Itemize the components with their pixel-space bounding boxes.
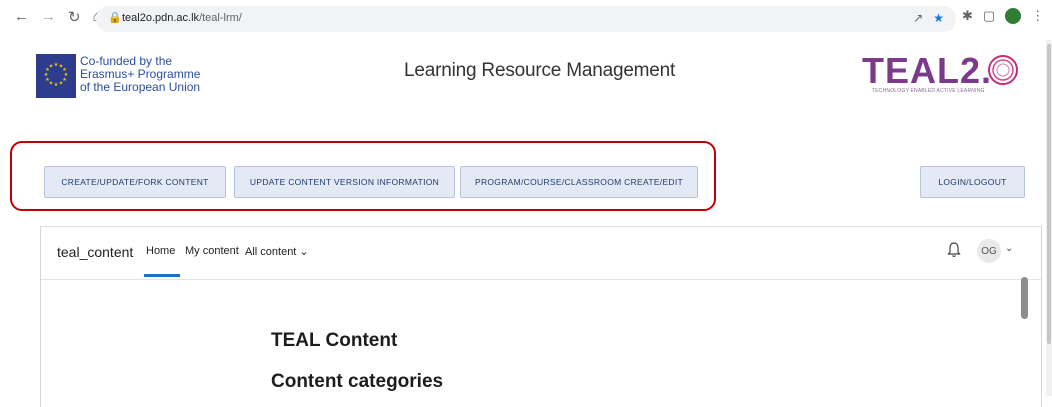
logo-tagline: TECHNOLOGY ENABLED ACTIVE LEARNING [872, 88, 985, 94]
notification-bell-icon[interactable] [947, 241, 961, 259]
nav-my-content[interactable]: My content [185, 245, 239, 257]
svg-text:★: ★ [54, 82, 59, 88]
extensions-icon[interactable]: ✱ [962, 8, 973, 24]
forward-icon[interactable]: → [41, 8, 56, 26]
reload-icon[interactable]: ↻ [68, 8, 81, 26]
active-tab-indicator [144, 274, 180, 277]
update-content-version-button[interactable]: UPDATE CONTENT VERSION INFORMATION [234, 166, 455, 198]
categories-heading: Content categories [271, 371, 444, 392]
menu-kebab-icon[interactable]: ⋮ [1031, 8, 1044, 24]
nav-home[interactable]: Home [146, 245, 175, 257]
profile-avatar[interactable] [1005, 8, 1022, 24]
sidebar-icon[interactable]: ▢ [983, 8, 995, 24]
content-navbar: teal_content Home My content All content… [41, 227, 1041, 280]
logo-wordmark: TEAL2. [862, 50, 993, 91]
url-text[interactable]: teal2o.pdn.ac.lk/teal-lrm/ [122, 12, 242, 24]
page-title: Learning Resource Management [404, 60, 676, 81]
logo-ring-icon [988, 55, 1018, 85]
teal2-logo: TEAL2. TECHNOLOGY ENABLED ACTIVE LEARNIN… [862, 50, 1022, 110]
svg-text:★: ★ [49, 64, 54, 70]
content-frame: teal_content Home My content All content… [40, 226, 1042, 407]
create-update-fork-content-button[interactable]: CREATE/UPDATE/FORK CONTENT [44, 166, 226, 198]
browser-nav: ← → ↻ ⌂ [14, 8, 102, 26]
nav-all-content[interactable]: All content ⌄ [245, 245, 309, 258]
bookmark-star-icon[interactable]: ★ [933, 11, 944, 25]
share-icon[interactable]: ↗ [913, 11, 923, 25]
eu-flag-logo: ★ ★ ★ ★ ★ ★ ★ ★ ★ ★ ★ ★ [36, 54, 76, 98]
back-icon[interactable]: ← [14, 8, 29, 26]
svg-text:★: ★ [59, 81, 64, 87]
user-avatar[interactable]: OG [977, 239, 1001, 263]
program-course-classroom-button[interactable]: PROGRAM/COURSE/CLASSROOM CREATE/EDIT [460, 166, 698, 198]
browser-toolbar: ← → ↻ ⌂ 🔒 teal2o.pdn.ac.lk/teal-lrm/ ↗ ★… [0, 0, 1052, 36]
page-scrollbar-thumb[interactable] [1047, 44, 1051, 344]
address-bar[interactable]: 🔒 teal2o.pdn.ac.lk/teal-lrm/ ↗ ★ [96, 6, 956, 32]
content-heading: TEAL Content [271, 330, 398, 351]
eu-funding-text: Co-funded by the Erasmus+ Programme of t… [80, 54, 201, 94]
login-logout-button[interactable]: LOGIN/LOGOUT [920, 166, 1025, 198]
site-brand[interactable]: teal_content [57, 244, 133, 260]
panel-scrollbar[interactable] [1021, 277, 1028, 319]
lock-icon: 🔒 [108, 12, 122, 24]
chevron-down-icon[interactable]: ⌄ [1005, 243, 1013, 254]
